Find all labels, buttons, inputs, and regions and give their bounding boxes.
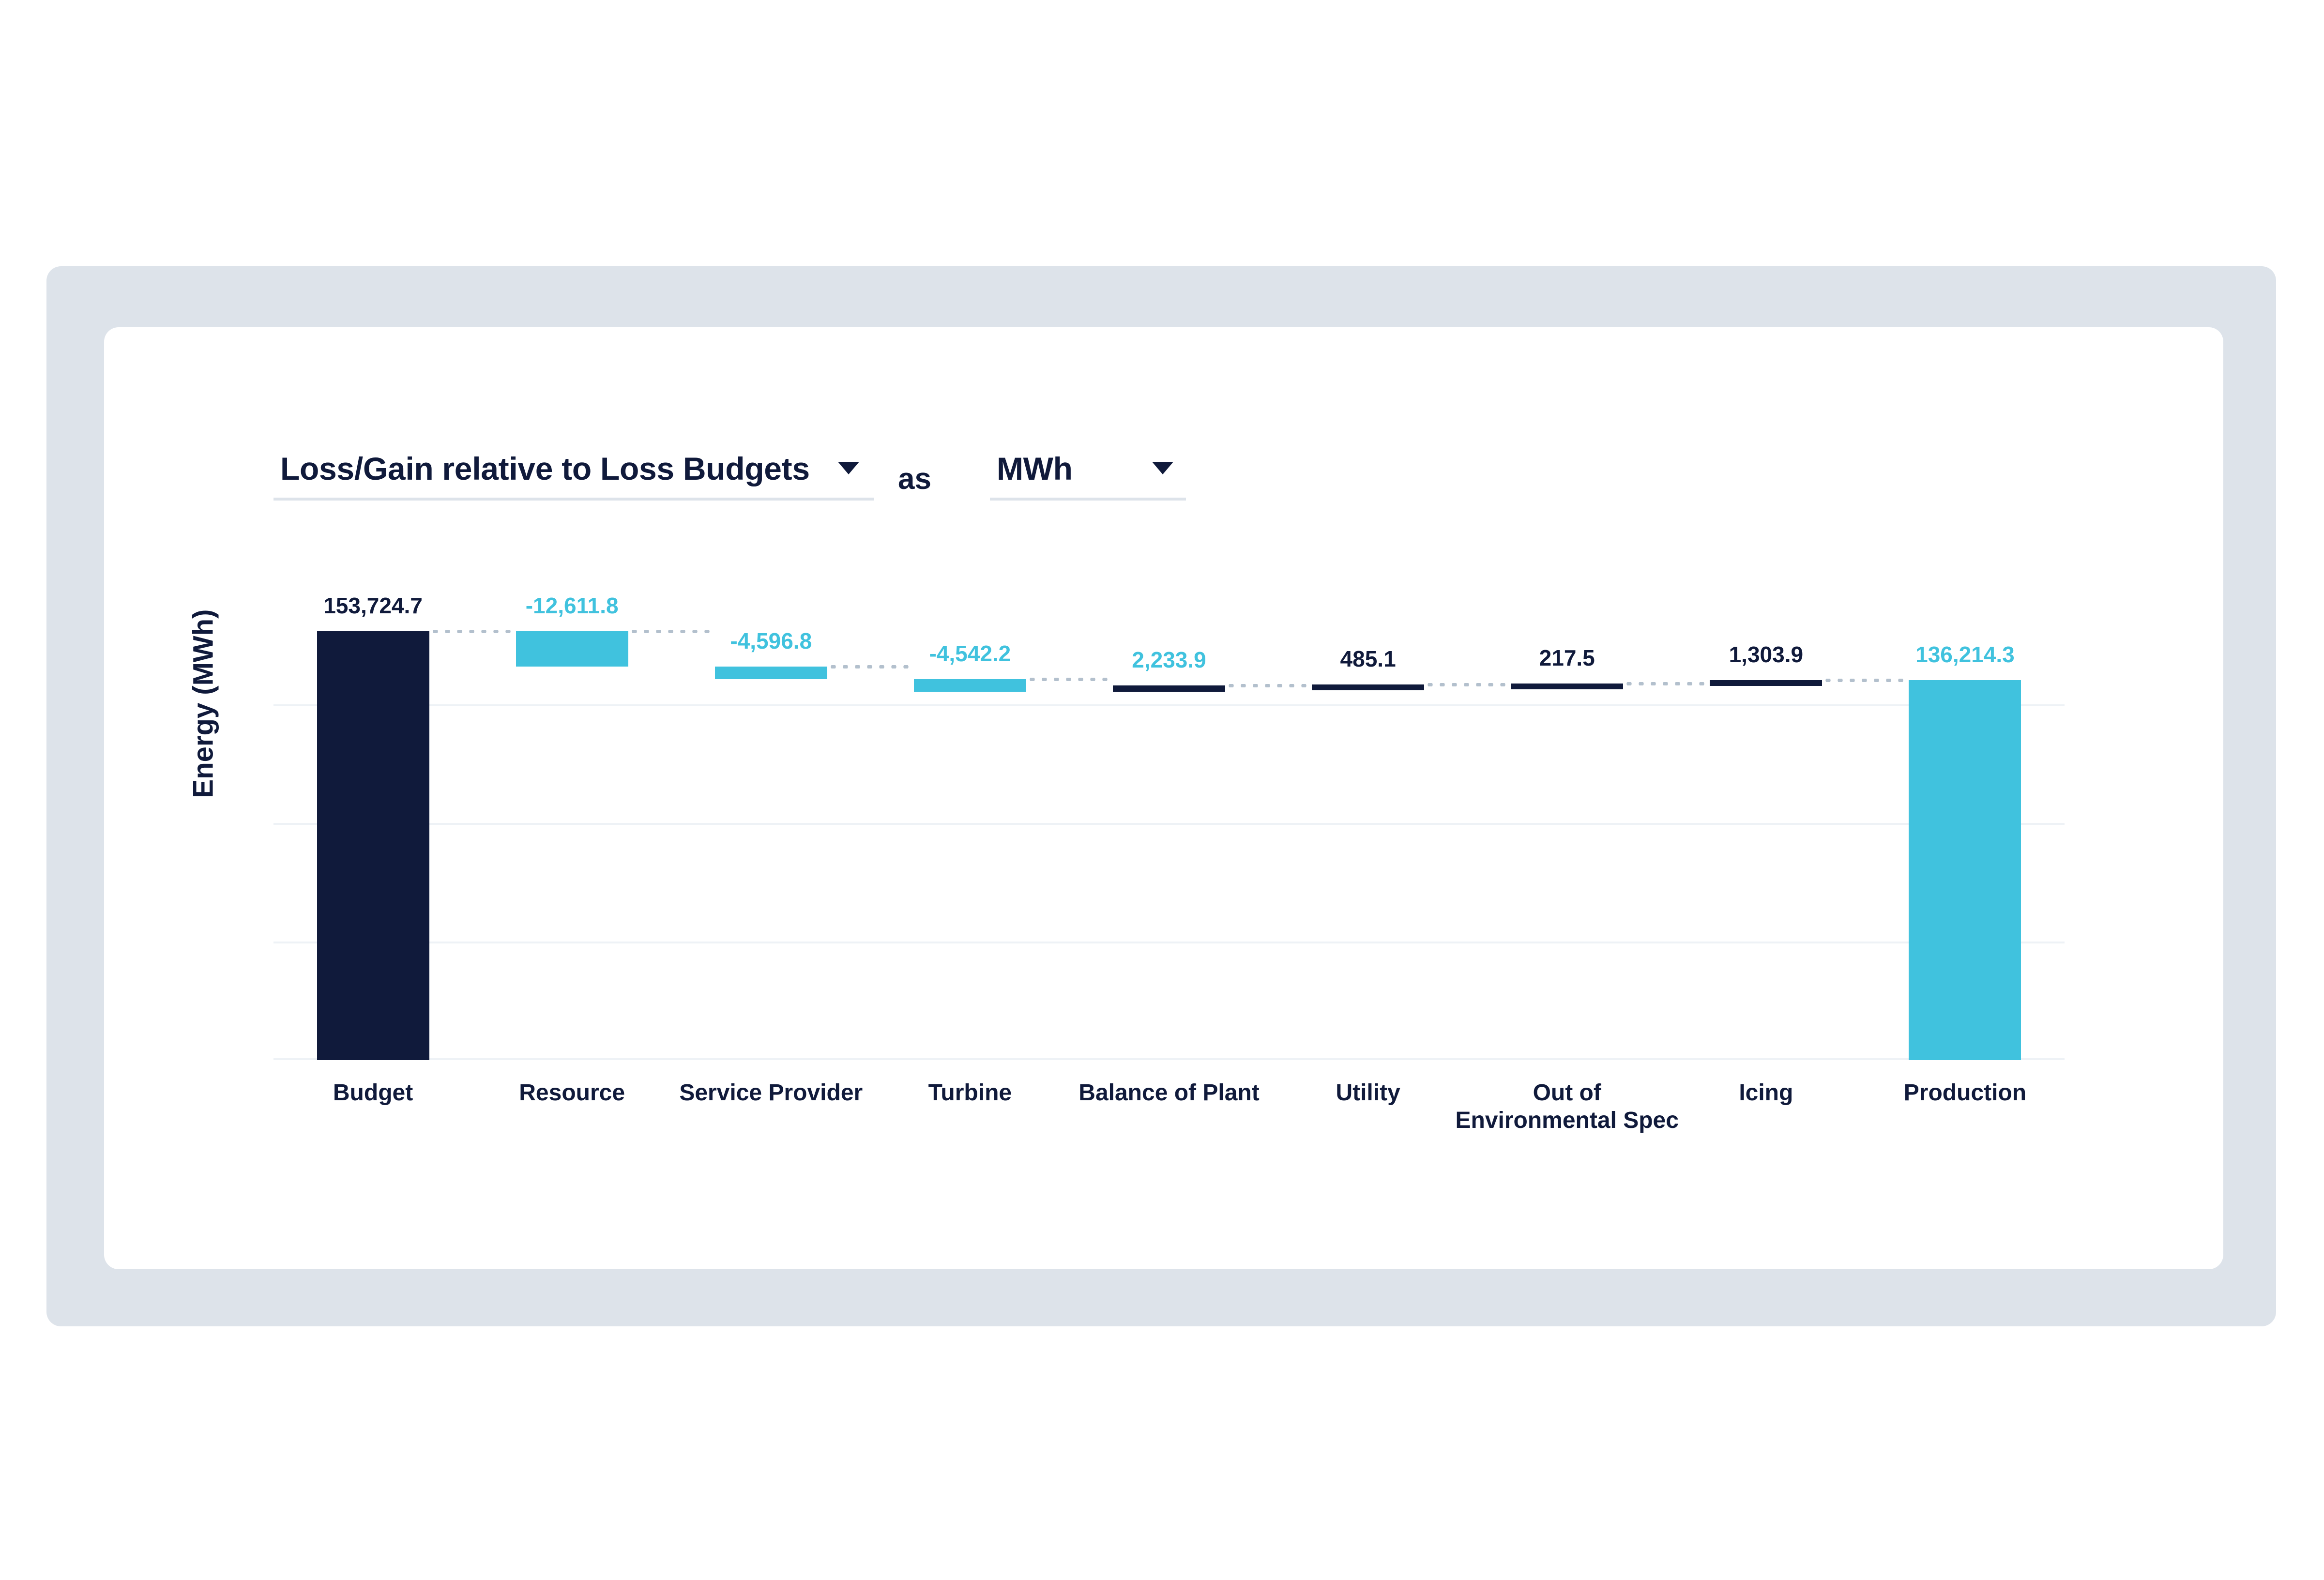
gridline xyxy=(273,823,2065,825)
gridline xyxy=(273,942,2065,943)
bar-utility[interactable] xyxy=(1312,684,1425,690)
y-axis-title: Energy (MWh) xyxy=(187,609,219,798)
connector-line xyxy=(1225,684,1312,688)
axis-baseline xyxy=(273,1058,2065,1060)
gridline xyxy=(273,704,2065,706)
connector-line xyxy=(429,629,516,633)
connector-line xyxy=(1822,678,1909,682)
bar-production[interactable] xyxy=(1909,680,2021,1060)
bar-budget[interactable] xyxy=(317,631,429,1060)
x-axis-label: Production xyxy=(1903,1080,2027,1106)
waterfall-chart: Energy (MWh) 153,724.7 Budget -12,611.8 Res… xyxy=(0,0,2324,1580)
bar-balance-of-plant[interactable] xyxy=(1113,685,1225,692)
bar-resource[interactable] xyxy=(516,631,628,667)
bar-out-of-environmental-spec[interactable] xyxy=(1511,684,1624,690)
bar-turbine[interactable] xyxy=(913,679,1026,692)
value-label: -12,611.8 xyxy=(525,592,619,618)
bar-icing[interactable] xyxy=(1710,680,1823,686)
connector-line xyxy=(1026,678,1113,682)
bar-service-provider[interactable] xyxy=(714,666,827,679)
value-label: 136,214.3 xyxy=(1915,641,2015,667)
connector-line xyxy=(1424,683,1511,686)
connector-line xyxy=(1623,682,1710,686)
